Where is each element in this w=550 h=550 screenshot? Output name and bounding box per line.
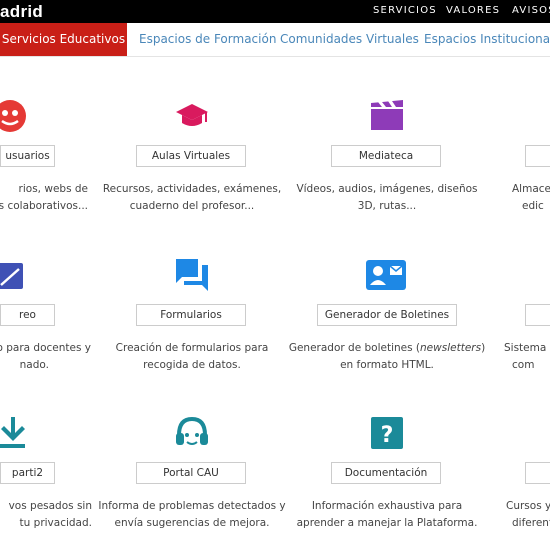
- tab-espacios-formacion[interactable]: Espacios de Formación: [139, 23, 276, 56]
- tab-bar: Servicios Educativos Espacios de Formaci…: [0, 23, 550, 57]
- correo-button[interactable]: reo: [0, 304, 55, 326]
- tab-comunidades-virtuales[interactable]: Comunidades Virtuales: [280, 23, 419, 56]
- cursos-button[interactable]: [525, 462, 550, 484]
- aulas-virtuales-description: Recursos, actividades, exámenes, cuaderno…: [102, 183, 282, 212]
- almacenamiento-button[interactable]: [525, 145, 550, 167]
- contact-mail-icon[interactable]: [365, 257, 407, 293]
- top-bar: adrid SERVICIOS VALORES AVISOS: [0, 0, 550, 23]
- nav-avisos[interactable]: AVISOS: [512, 5, 550, 16]
- download-icon[interactable]: [0, 415, 33, 451]
- film-clapper-icon[interactable]: [369, 98, 405, 134]
- tab-servicios-educativos[interactable]: Servicios Educativos: [0, 23, 127, 56]
- generador-boletines-description: Generador de boletines (newsletters) en …: [288, 342, 486, 371]
- aulas-virtuales-button[interactable]: Aulas Virtuales: [136, 145, 246, 167]
- nav-valores[interactable]: VALORES: [446, 5, 500, 16]
- users-icon[interactable]: [0, 98, 28, 134]
- usuarios-description: rios, webs de s colaborativos...: [0, 183, 88, 212]
- forum-icon[interactable]: [174, 257, 210, 293]
- documentacion-button[interactable]: Documentación: [331, 462, 441, 484]
- mediateca-description: Vídeos, audios, imágenes, diseños 3D, rut…: [296, 183, 478, 212]
- mail-icon[interactable]: [0, 259, 33, 295]
- correo-description: o para docentes y nado.: [0, 342, 91, 371]
- generador-boletines-button[interactable]: Generador de Boletines: [317, 304, 457, 326]
- cursos-description: Cursos y pdiferente: [506, 500, 550, 529]
- almacenamiento-description: Almacenedic: [512, 183, 550, 212]
- comparti2-description: vos pesados sin tu privacidad.: [8, 500, 92, 529]
- graduation-cap-icon[interactable]: [174, 98, 210, 134]
- sistema-button[interactable]: [525, 304, 550, 326]
- formularios-description: Creación de formularios para recogida de …: [115, 342, 269, 371]
- sistema-description: Sistema ocom: [504, 342, 550, 371]
- portal-cau-button[interactable]: Portal CAU: [136, 462, 246, 484]
- usuarios-button[interactable]: usuarios: [0, 145, 55, 167]
- nav-servicios[interactable]: SERVICIOS: [373, 5, 437, 16]
- headset-icon[interactable]: [174, 415, 210, 451]
- documentacion-description: Información exhaustiva para aprender a ma…: [296, 500, 478, 529]
- formularios-button[interactable]: Formularios: [136, 304, 246, 326]
- help-icon[interactable]: ?: [369, 415, 405, 451]
- mediateca-button[interactable]: Mediateca: [331, 145, 441, 167]
- comparti2-button[interactable]: parti2: [0, 462, 55, 484]
- brand-logo[interactable]: adrid: [0, 2, 43, 22]
- tab-espacios-institucionales[interactable]: Espacios Institucionales: [424, 23, 550, 56]
- portal-cau-description: Informa de problemas detectados y envía s…: [98, 500, 286, 529]
- svg-text:?: ?: [381, 423, 394, 448]
